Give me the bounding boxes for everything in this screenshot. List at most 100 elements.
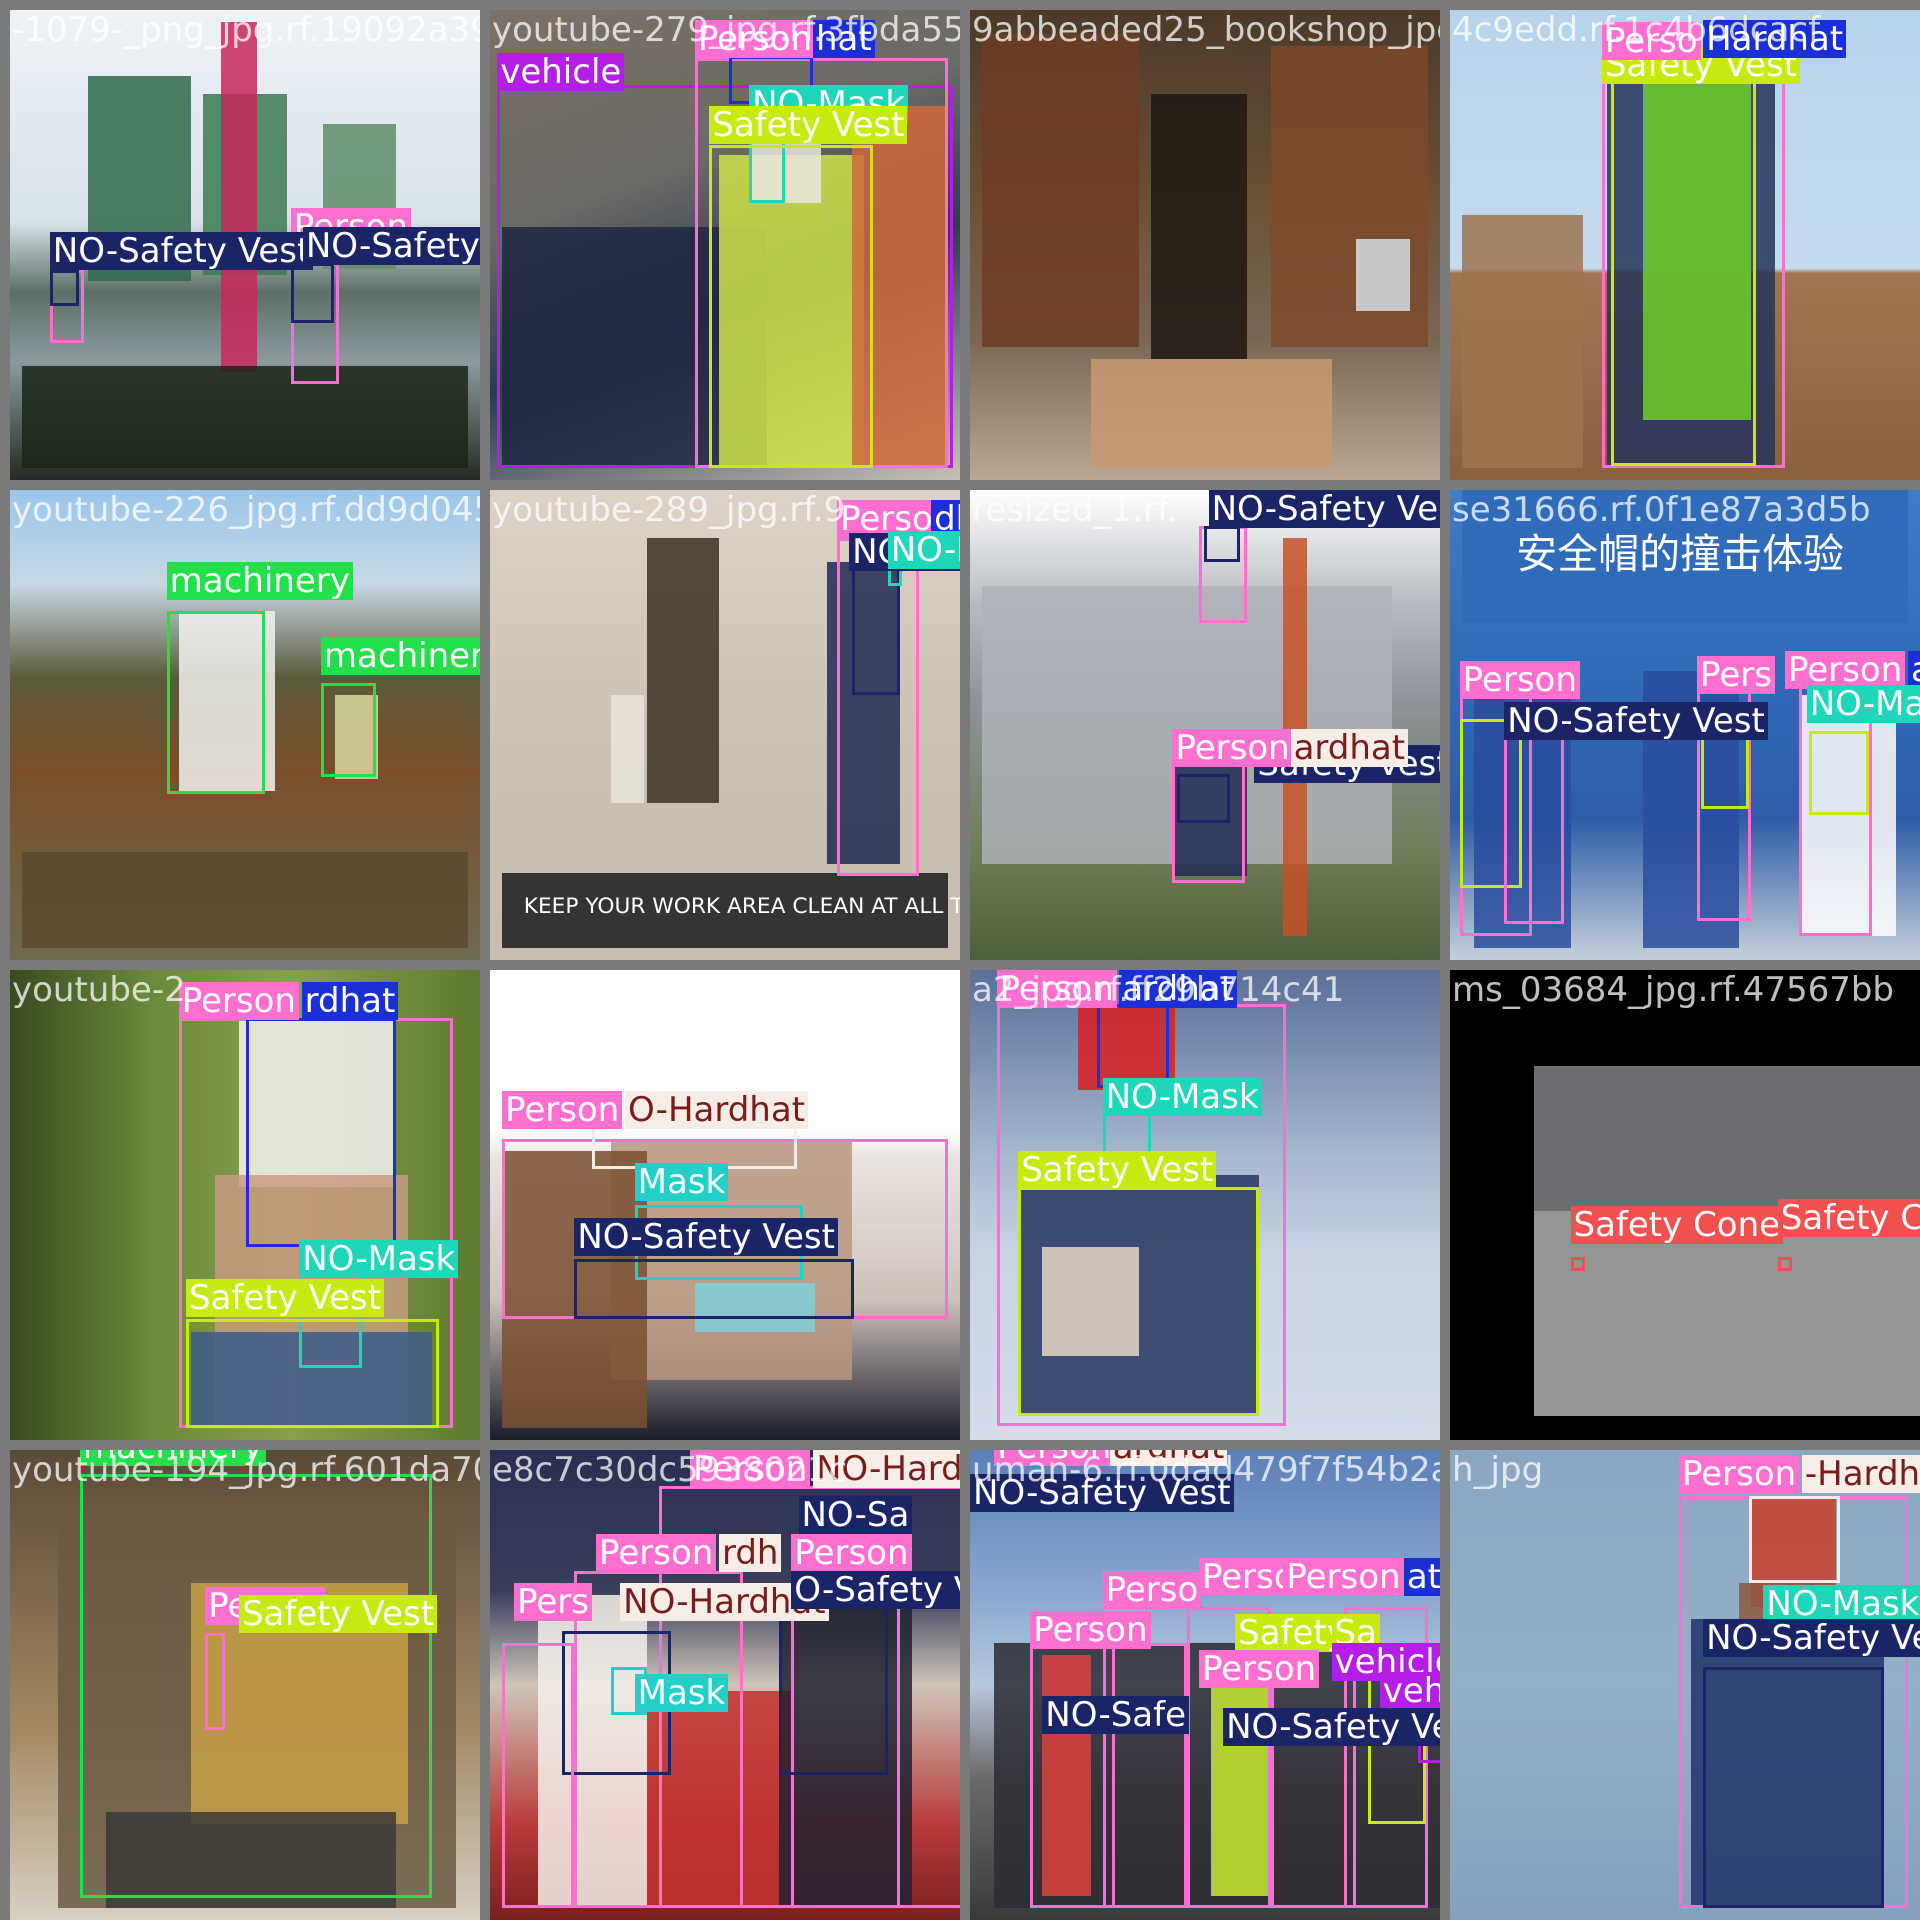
detection-box-no-hardhat <box>1748 1495 1841 1583</box>
detection-box-no-safety-vest <box>574 1259 854 1320</box>
detection-label: Pers <box>1697 656 1775 695</box>
detection-label: Person <box>1172 728 1293 767</box>
mosaic-tile: machinery machinery youtube-226_jpg.rf.dd9… <box>10 490 480 960</box>
detection-label: Safety Vest <box>238 1594 438 1633</box>
detection-box-person <box>502 1642 575 1908</box>
detection-label: Safety Vest <box>185 1278 385 1317</box>
mosaic-tile: PersonardhatNO-Safety VestPersonPersoPer… <box>970 1450 1440 1920</box>
photo-region <box>646 538 719 804</box>
detection-label: O-Safety Vest <box>791 1570 960 1609</box>
detection-label: Safety Vest <box>1018 1150 1217 1189</box>
detection-label: NO-Safety Vest <box>1208 490 1440 528</box>
detection-label: Person <box>1678 1454 1800 1493</box>
detection-label: NO-Safety Vest <box>49 231 314 270</box>
tile-filename: se31666.rf.0f1e87a3d5b <box>1452 490 1871 530</box>
detection-box-no-safety-vest <box>1177 774 1231 823</box>
detection-box-safety-vest <box>1809 731 1870 816</box>
tile-filename: h_jpg <box>1452 1450 1544 1490</box>
detection-label: machinery <box>320 637 480 676</box>
detection-label: Person <box>1459 661 1580 700</box>
tile-filename: e8c7c30dc5938021c <box>492 1450 848 1490</box>
tile-filename: resized_1.rf. <box>972 490 1178 530</box>
detection-label: NO-Safe <box>1042 1695 1190 1734</box>
detection-label: NO-Safety Vest <box>1703 1618 1920 1657</box>
detection-label: NO-Mask <box>887 530 960 569</box>
detection-label: -Hardhat <box>1801 1454 1920 1493</box>
detection-box-hardhat <box>1096 1003 1169 1089</box>
detection-label: Person <box>1198 1650 1320 1689</box>
detection-label: NO-Safety Vest <box>302 226 480 265</box>
mosaic-tile: NO-Safety VestSafety VestPersonardhatres… <box>970 490 1440 960</box>
photo-region <box>22 365 468 468</box>
photo-region <box>1150 94 1248 360</box>
mosaic-tile: 9abbeaded25_bookshop_jpg.rf.0a <box>970 10 1440 480</box>
detection-label: Person <box>178 982 299 1021</box>
detection-box-safety-cone <box>1777 1256 1793 1272</box>
detection-box-no-safety-vest <box>290 263 335 324</box>
detection-box-machinery <box>166 610 266 794</box>
detection-box-machinery <box>320 682 377 777</box>
mosaic-tile: PersonPersPersonatNO-MaskNO-Safety Vest安… <box>1450 490 1920 960</box>
mosaic-tile: PersonNO-HardhatNO-SaPersonrdhPersonPers… <box>490 1450 960 1920</box>
photo-region <box>220 22 258 372</box>
tile-filename: 4c9edd.rf.1c4b6dcacf <box>1452 10 1821 50</box>
detection-box-machinery <box>79 1474 432 1899</box>
detection-label: NO-Mask <box>1806 685 1920 724</box>
tile-filename: 9abbeaded25_bookshop_jpg.rf.0a <box>972 10 1440 50</box>
detection-label: Mask <box>634 1674 729 1713</box>
detection-label: rdhat <box>301 982 399 1021</box>
mosaic-tile: Safety ConeSafety ConeMUNICH MOTORSPORTU… <box>1450 970 1920 1440</box>
photo-region <box>1355 238 1410 312</box>
photo-region <box>22 851 468 948</box>
tile-filename: youtube-194_jpg.rf.601da70a <box>12 1450 480 1490</box>
mosaic-tile: Safety Vest Perso Hardhat 4c9edd.rf.1c4b6dc… <box>1450 10 1920 480</box>
mosaic-tile: PersonNO-Safety VestNO-Safety VestVest-1… <box>10 10 480 480</box>
photo-caption-text: KEEP YOUR WORK AREA CLEAN AT ALL TIMES <box>523 893 960 919</box>
detection-box-hardhat <box>246 1018 396 1248</box>
detection-label: NO-Mask <box>1102 1078 1262 1117</box>
detection-box-safety-vest <box>1611 79 1757 466</box>
mosaic-tile: Person O-Hardhat Mask NO-Safety Vest 5e3fbc0… <box>490 970 960 1440</box>
detection-box-no-safety-vest <box>49 270 79 307</box>
detection-label: vehicle <box>497 53 625 92</box>
detection-label: NO-Mask <box>299 1239 459 1278</box>
detection-label: Person <box>1030 1611 1151 1650</box>
detection-label: Person <box>596 1534 717 1573</box>
mosaic-tile: Person ardhat NO-Mask Safety Vest a2_jpg.rf.… <box>970 970 1440 1440</box>
tile-filename: 5e3fbc0c8_YOUTUBE_mp4 <box>492 970 942 1010</box>
detection-label: Pers <box>514 1582 592 1621</box>
tile-filename: -1079-_png_jpg.rf.19092a39 <box>12 10 480 50</box>
photo-region <box>1534 1066 1920 1212</box>
detection-box-safety-cone <box>1570 1256 1585 1272</box>
detection-box-safety-vest <box>1700 737 1749 810</box>
mosaic-tile: PersondhatNO-Safety VestNO-MaskKEEP YOUR… <box>490 490 960 960</box>
mosaic-tile: Person-HardhatNO-MaskNO-Safety Vesth_jpg <box>1450 1450 1920 1920</box>
detection-label: Safety Cone <box>1777 1198 1920 1237</box>
detection-label: NO-Safety Vest <box>1504 702 1768 741</box>
detection-label: NO-Sa <box>798 1495 913 1534</box>
detection-label: Mask <box>634 1162 729 1201</box>
detection-label: Perso <box>1102 1570 1202 1609</box>
detection-box-no-safety-vest <box>1203 526 1240 563</box>
detection-label: at <box>1403 1558 1440 1597</box>
mosaic-tile: vehicle Person hat NO-Mask Safety Vest youtub… <box>490 10 960 480</box>
tile-filename: youtube-226_jpg.rf.dd9d045 <box>12 490 480 530</box>
photo-region <box>982 34 1139 348</box>
detection-label: ardhat <box>1290 728 1409 767</box>
detection-label: Person <box>791 1534 912 1573</box>
mosaic-tile: machineryPersonSafety Vestyoutube-194_jp… <box>10 1450 480 1920</box>
detection-label: Person <box>1283 1558 1404 1597</box>
detection-box-no-safety-vest <box>1703 1666 1884 1908</box>
tile-filename: youtube-279_jpg.rf.3fbda554 <box>492 10 960 50</box>
detection-label: Safety Cone <box>1570 1206 1784 1245</box>
tile-filename: a2_jpg.rf.ff29b714c41 <box>972 970 1345 1010</box>
detection-box-safety-vest <box>709 144 874 468</box>
photo-region <box>610 694 645 804</box>
detection-label: NO-Safety Vest <box>574 1218 838 1257</box>
tile-filename: uman-6.rf.0dad479f7f54b2a8127 <box>972 1450 1440 1490</box>
detection-label: vehicle <box>1379 1671 1440 1710</box>
detection-label: Person <box>502 1090 623 1129</box>
mosaic-tile: Person rdhat NO-Mask Safety Vest youtube-2 <box>10 970 480 1440</box>
detection-label: rdh <box>718 1534 782 1573</box>
tile-filename: ms_03684_jpg.rf.47567bb <box>1452 970 1895 1010</box>
